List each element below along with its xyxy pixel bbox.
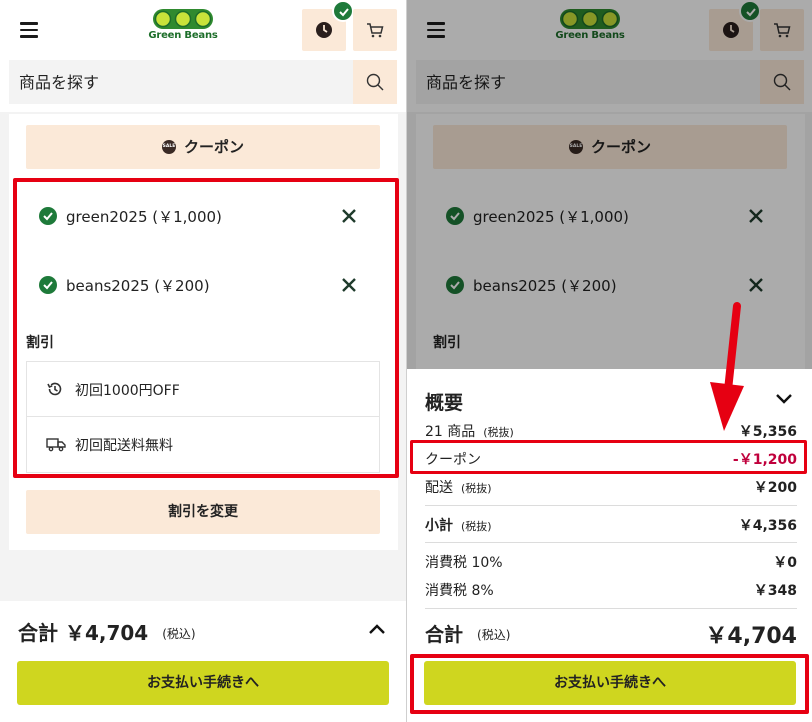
applied-coupon-row: beans2025 (￥200) xyxy=(39,271,369,299)
chevron-up-icon[interactable] xyxy=(368,623,386,635)
summary-row-tax10: 消費税 10% ￥0 xyxy=(425,552,797,572)
check-circle-icon xyxy=(446,276,464,294)
grand-total-tax-note: (税込) xyxy=(477,628,511,642)
summary-row-subtotal: 小計 (税抜) ￥4,356 xyxy=(425,515,797,535)
coupon-code: green2025 (￥1,000) xyxy=(66,208,222,226)
discount-title: 割引 xyxy=(433,335,461,351)
logo-text: Green Beans xyxy=(555,30,625,41)
check-circle-icon xyxy=(39,207,57,225)
total-label: 合計 ￥4,704 (税込) xyxy=(18,617,196,646)
site-logo[interactable]: Green Beans xyxy=(554,8,626,50)
remove-coupon-icon[interactable] xyxy=(339,275,359,295)
divider xyxy=(425,608,797,609)
search-input[interactable] xyxy=(416,60,760,104)
sale-badge-icon: SALE xyxy=(568,140,583,154)
hamburger-icon[interactable] xyxy=(427,22,445,38)
discount-title: 割引 xyxy=(26,335,54,351)
tax8-value: ￥348 xyxy=(753,583,797,599)
total-amount: 合計 ￥4,704 xyxy=(18,621,149,645)
chevron-down-icon[interactable] xyxy=(775,393,793,405)
coupon-code: beans2025 (￥200) xyxy=(66,277,210,295)
truck-icon xyxy=(46,438,66,452)
remove-coupon-icon[interactable] xyxy=(746,275,766,295)
left-screen: Green Beans SALE クーポン green2025 (￥1,000) xyxy=(0,0,406,722)
tax10-label: 消費税 10% xyxy=(425,555,503,571)
total-bar: 合計 ￥4,704 (税込) お支払い手続きへ xyxy=(0,601,406,722)
order-summary-sheet: 概要 21 商品 (税抜) ￥5,356 クーポン -￥1,200 配送 (税抜) … xyxy=(407,369,812,722)
coupon-button-label: クーポン xyxy=(590,138,651,156)
site-header: Green Beans xyxy=(407,0,812,112)
shipping-value: ￥200 xyxy=(753,480,797,496)
discount-label: 初回配送料無料 xyxy=(75,438,173,454)
applied-coupon-row: green2025 (￥1,000) xyxy=(39,202,369,230)
items-value: ￥5,356 xyxy=(738,424,797,440)
coupon-label: クーポン xyxy=(425,452,481,468)
divider xyxy=(425,542,797,543)
coupon-code: green2025 (￥1,000) xyxy=(473,208,629,226)
grand-total-label: 合計 xyxy=(425,624,464,646)
search-button[interactable] xyxy=(353,60,397,104)
coupon-code: beans2025 (￥200) xyxy=(473,277,617,295)
sale-badge-icon: SALE xyxy=(161,140,176,154)
discount-item: 初回1000円OFF xyxy=(27,362,379,417)
cart-icon xyxy=(367,23,384,38)
shipping-tax-note: (税抜) xyxy=(461,482,492,495)
peapod-logo-icon xyxy=(153,9,213,29)
subtotal-label: 小計 xyxy=(425,518,453,534)
cart-icon xyxy=(774,23,791,38)
summary-grand-total: 合計 (税込) ￥4,704 xyxy=(425,618,797,649)
coupon-value: -￥1,200 xyxy=(732,452,797,468)
summary-title: 概要 xyxy=(425,392,464,414)
clock-icon xyxy=(723,22,739,38)
applied-coupon-row: beans2025 (￥200) xyxy=(446,271,776,299)
summary-row-coupon: クーポン -￥1,200 xyxy=(425,449,797,469)
site-logo[interactable]: Green Beans xyxy=(147,8,219,50)
checkout-button[interactable]: お支払い手続きへ xyxy=(17,661,389,705)
shipping-label: 配送 xyxy=(425,480,453,496)
search-input[interactable] xyxy=(9,60,353,104)
checkout-button[interactable]: お支払い手続きへ xyxy=(424,661,796,705)
hamburger-icon[interactable] xyxy=(20,22,38,38)
subtotal-tax-note: (税抜) xyxy=(461,520,492,533)
discount-label: 初回1000円OFF xyxy=(75,383,180,399)
search-icon xyxy=(773,73,791,91)
summary-row-items: 21 商品 (税抜) ￥5,356 xyxy=(425,421,797,441)
remove-coupon-icon[interactable] xyxy=(746,206,766,226)
check-circle-icon xyxy=(446,207,464,225)
items-label: 21 商品 xyxy=(425,424,476,440)
history-icon xyxy=(47,382,62,396)
tax8-label: 消費税 8% xyxy=(425,583,494,599)
subtotal-value: ￥4,356 xyxy=(738,518,797,534)
search-bar xyxy=(416,60,804,104)
cart-button[interactable] xyxy=(353,9,397,51)
remove-coupon-icon[interactable] xyxy=(339,206,359,226)
discount-item: 初回配送料無料 xyxy=(27,417,379,472)
logo-text: Green Beans xyxy=(148,30,218,41)
total-tax-note: (税込) xyxy=(162,627,196,641)
clock-icon xyxy=(316,22,332,38)
coupon-button-label: クーポン xyxy=(183,138,244,156)
site-header: Green Beans xyxy=(0,0,406,112)
coupon-button[interactable]: SALE クーポン xyxy=(433,125,787,169)
coupon-card: SALE クーポン green2025 (￥1,000) beans2025 (￥… xyxy=(9,114,398,550)
divider xyxy=(425,505,797,506)
peapod-logo-icon xyxy=(560,9,620,29)
search-button[interactable] xyxy=(760,60,804,104)
grand-total-value: ￥4,704 xyxy=(705,624,797,649)
search-bar xyxy=(9,60,397,104)
coupon-button[interactable]: SALE クーポン xyxy=(26,125,380,169)
check-circle-icon xyxy=(39,276,57,294)
summary-row-tax8: 消費税 8% ￥348 xyxy=(425,580,797,600)
check-badge-icon xyxy=(739,0,761,22)
tax10-value: ￥0 xyxy=(773,555,797,571)
summary-row-shipping: 配送 (税抜) ￥200 xyxy=(425,477,797,497)
discount-list: 初回1000円OFF 初回配送料無料 xyxy=(26,361,380,473)
search-icon xyxy=(366,73,384,91)
check-badge-icon xyxy=(332,0,354,22)
right-screen: Green Beans SALE クーポン green2025 (￥1,000) xyxy=(406,0,812,722)
items-tax-note: (税抜) xyxy=(483,426,514,439)
applied-coupon-row: green2025 (￥1,000) xyxy=(446,202,776,230)
change-discount-button[interactable]: 割引を変更 xyxy=(26,490,380,534)
cart-button[interactable] xyxy=(760,9,804,51)
